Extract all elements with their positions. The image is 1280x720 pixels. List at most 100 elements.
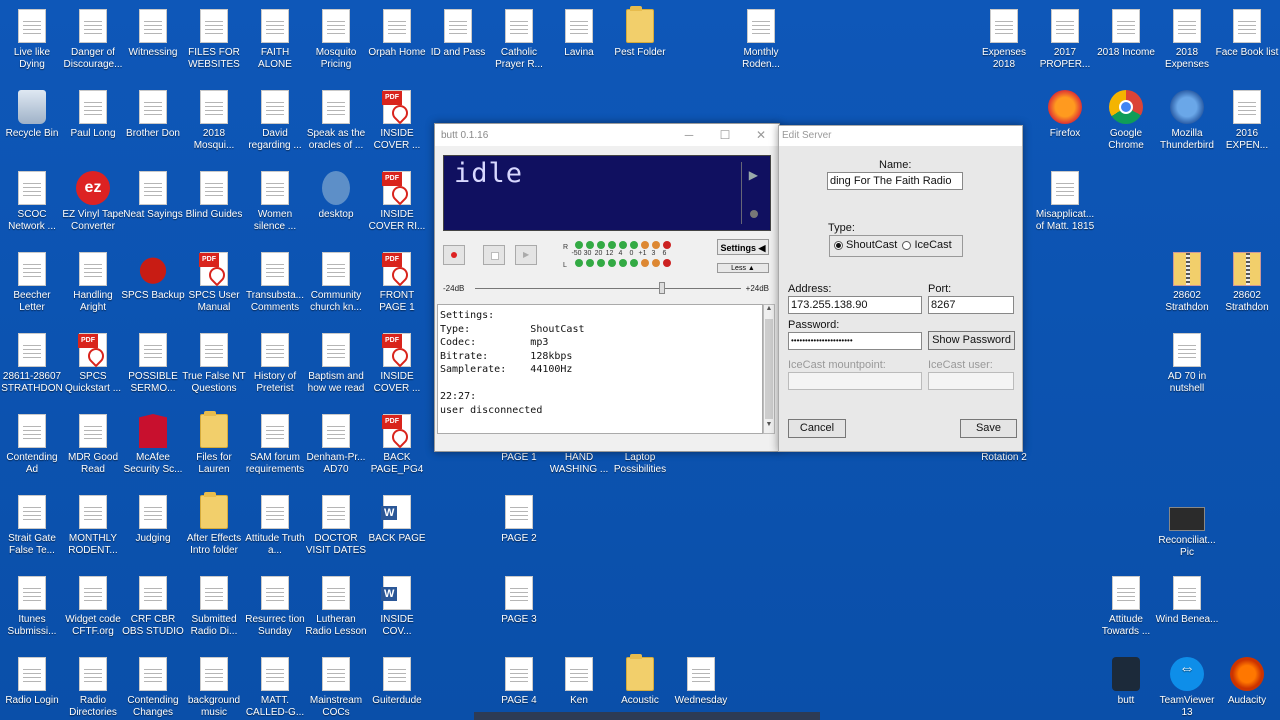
desktop-icon[interactable]: AD 70 in nutshell xyxy=(1155,333,1219,395)
desktop-icon[interactable]: BACK PAGE_PG4 xyxy=(365,414,429,476)
desktop-icon[interactable]: After Effects Intro folder xyxy=(182,492,246,557)
desktop-icon[interactable]: Attitude Towards ... xyxy=(1094,576,1158,638)
desktop-icon[interactable]: 2018 Mosqui... xyxy=(182,90,246,152)
desktop-icon[interactable]: INSIDE COVER ... xyxy=(365,333,429,395)
desktop-icon[interactable]: MDR Good Read xyxy=(61,414,125,476)
desktop-icon[interactable]: INSIDE COVER RI... xyxy=(365,171,429,233)
desktop-icon[interactable]: Ken xyxy=(547,657,611,707)
desktop-icon[interactable]: 2017 PROPER... xyxy=(1033,9,1097,71)
taskbar[interactable] xyxy=(474,712,820,720)
desktop-icon[interactable]: 2018 Income xyxy=(1094,9,1158,59)
display-arrow-icon[interactable]: ▶ xyxy=(749,168,758,182)
desktop-icon[interactable]: McAfee Security Sc... xyxy=(121,414,185,476)
desktop-icon[interactable]: Mozilla Thunderbird xyxy=(1155,90,1219,152)
desktop-icon[interactable]: Submitted Radio Di... xyxy=(182,576,246,638)
desktop-icon[interactable]: History of Preterist xyxy=(243,333,307,395)
desktop-icon[interactable]: Lavina xyxy=(547,9,611,59)
desktop-icon[interactable]: Misapplicat... of Matt. 1815 xyxy=(1033,171,1097,233)
butt-titlebar[interactable]: butt 0.1.16 ─ ☐ ✕ xyxy=(435,124,779,146)
desktop-icon[interactable]: Handling Aright xyxy=(61,252,125,314)
maximize-button[interactable]: ☐ xyxy=(707,128,743,142)
desktop-icon[interactable]: FAITH ALONE xyxy=(243,9,307,71)
desktop-icon[interactable]: Radio Directories xyxy=(61,657,125,719)
desktop-icon[interactable]: Catholic Prayer R... xyxy=(487,9,551,71)
address-field[interactable]: 173.255.138.90 xyxy=(788,296,922,314)
desktop-icon[interactable]: Expenses 2018 xyxy=(972,9,1036,71)
desktop-icon[interactable]: ez EZ Vinyl Tape Converter xyxy=(61,171,125,233)
minimize-button[interactable]: ─ xyxy=(671,128,707,142)
desktop-icon[interactable]: Community church kn... xyxy=(304,252,368,314)
desktop-icon[interactable]: Google Chrome xyxy=(1094,90,1158,152)
desktop-icon[interactable]: POSSIBLE SERMO... xyxy=(121,333,185,395)
desktop-icon[interactable]: David regarding ... xyxy=(243,90,307,152)
desktop-icon[interactable]: Recycle Bin xyxy=(0,90,64,140)
desktop-icon[interactable]: Judging xyxy=(121,495,185,545)
desktop-icon[interactable]: Resurrec tion Sunday xyxy=(243,576,307,638)
desktop-icon[interactable]: SAM forum requirements xyxy=(243,414,307,476)
desktop-icon[interactable]: 2016 EXPEN... xyxy=(1215,90,1279,152)
desktop-icon[interactable]: Neat Sayings xyxy=(121,171,185,221)
desktop-icon[interactable]: Orpah Home xyxy=(365,9,429,59)
settings-button[interactable]: Settings ◀ xyxy=(717,239,769,255)
desktop-icon[interactable]: Reconciliat... Pic xyxy=(1155,495,1219,559)
desktop-icon[interactable]: SPCS Quickstart ... xyxy=(61,333,125,395)
desktop-icon[interactable]: Contending Ad xyxy=(0,414,64,476)
desktop-icon[interactable]: Danger of Discourage... xyxy=(61,9,125,71)
desktop-icon[interactable]: 2018 Expenses xyxy=(1155,9,1219,71)
gain-slider[interactable]: -24dB +24dB xyxy=(443,282,773,296)
desktop-icon[interactable]: True False NT Questions xyxy=(182,333,246,395)
desktop-icon[interactable]: Audacity xyxy=(1215,657,1279,707)
desktop-icon[interactable]: Beecher Letter xyxy=(0,252,64,314)
desktop-icon[interactable]: SCOC Network ... xyxy=(0,171,64,233)
desktop-icon[interactable]: DOCTOR VISIT DATES xyxy=(304,495,368,557)
desktop-icon[interactable]: PAGE 3 xyxy=(487,576,551,626)
desktop-icon[interactable]: Transubsta... Comments xyxy=(243,252,307,314)
desktop-icon[interactable]: Blind Guides xyxy=(182,171,246,221)
desktop-icon[interactable]: ID and Pass xyxy=(426,9,490,59)
desktop-icon[interactable]: PAGE 4 xyxy=(487,657,551,707)
desktop-icon[interactable]: Radio Login xyxy=(0,657,64,707)
desktop-icon[interactable]: desktop xyxy=(304,171,368,221)
icecast-label[interactable]: IceCast xyxy=(914,239,951,251)
desktop-icon[interactable]: Lutheran Radio Lesson xyxy=(304,576,368,638)
desktop-icon[interactable]: 28611-28607 STRATHDON xyxy=(0,333,64,395)
port-field[interactable]: 8267 xyxy=(928,296,1014,314)
desktop-icon[interactable]: Wind Benea... xyxy=(1155,576,1219,626)
gain-slider-thumb[interactable] xyxy=(659,282,665,294)
log-scroll-thumb[interactable] xyxy=(765,319,773,419)
desktop-icon[interactable]: Guiterdude xyxy=(365,657,429,707)
play-button[interactable]: ▶ xyxy=(515,245,537,265)
desktop-icon[interactable]: background music xyxy=(182,657,246,719)
desktop-icon[interactable]: Denham-Pr... AD70 xyxy=(304,414,368,476)
desktop-icon[interactable]: Acoustic xyxy=(608,654,672,707)
desktop-icon[interactable]: Attitude Truth a... xyxy=(243,495,307,557)
desktop-icon[interactable]: Baptism and how we read xyxy=(304,333,368,395)
log-scrollbar[interactable]: ▲ ▼ xyxy=(763,304,775,434)
shoutcast-label[interactable]: ShoutCast xyxy=(846,239,897,251)
desktop-icon[interactable]: Mosquito Pricing xyxy=(304,9,368,71)
desktop-icon[interactable]: 28602 Strathdon xyxy=(1155,252,1219,314)
desktop-icon[interactable]: MATT. CALLED-G... xyxy=(243,657,307,719)
desktop-icon[interactable]: Wednesday xyxy=(669,657,733,707)
desktop-icon[interactable]: Files for Lauren xyxy=(182,411,246,476)
save-button[interactable]: Save xyxy=(960,419,1017,438)
desktop-icon[interactable]: SPCS User Manual xyxy=(182,252,246,314)
desktop-icon[interactable]: Itunes Submissi... xyxy=(0,576,64,638)
desktop-icon[interactable]: FILES FOR WEBSITES xyxy=(182,9,246,71)
icecast-radio[interactable] xyxy=(902,240,912,250)
scroll-up-icon[interactable]: ▲ xyxy=(764,305,774,317)
desktop-icon[interactable]: Face Book list xyxy=(1215,9,1279,59)
desktop-icon[interactable]: INSIDE COVER ... xyxy=(365,90,429,152)
scroll-down-icon[interactable]: ▼ xyxy=(764,421,774,433)
desktop-icon[interactable]: Firefox xyxy=(1033,90,1097,140)
desktop-icon[interactable]: Paul Long xyxy=(61,90,125,140)
desktop-icon[interactable]: Witnessing xyxy=(121,9,185,59)
desktop-icon[interactable]: Live like Dying xyxy=(0,9,64,71)
desktop-icon[interactable]: SPCS Backup xyxy=(121,252,185,302)
desktop-icon[interactable]: Monthly Roden... xyxy=(729,9,793,71)
desktop-icon[interactable]: INSIDE COV... xyxy=(365,576,429,638)
desktop-icon[interactable]: 28602 Strathdon xyxy=(1215,252,1279,314)
less-button[interactable]: Less ▲ xyxy=(717,263,769,273)
name-field[interactable]: ding For The Faith Radio xyxy=(827,172,963,190)
desktop-icon[interactable]: butt xyxy=(1094,657,1158,707)
